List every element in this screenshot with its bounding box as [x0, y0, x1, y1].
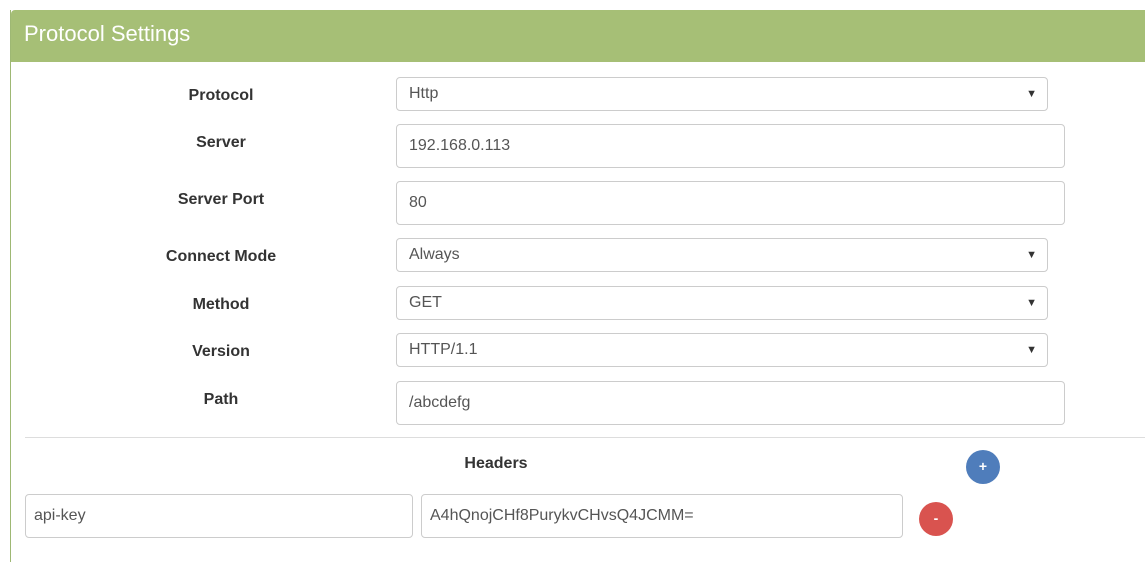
protocol-select-value: Http [409, 85, 439, 102]
panel-title: Protocol Settings [24, 21, 191, 46]
add-header-button[interactable]: + [966, 450, 1000, 484]
server-port-input[interactable]: 80 [396, 181, 1065, 225]
headers-label: Headers [464, 455, 528, 472]
protocol-select[interactable]: Http ▼ [396, 77, 1048, 111]
method-select[interactable]: GET ▼ [396, 286, 1048, 320]
connect-mode-label: Connect Mode [165, 248, 277, 265]
header-value-input[interactable]: A4hQnojCHf8PurykvCHvsQ4JCMM= [421, 494, 903, 538]
server-input-value: 192.168.0.113 [409, 137, 511, 154]
protocol-settings-panel: Protocol Settings Protocol Http ▼ Server… [10, 10, 1145, 562]
section-divider [25, 437, 1145, 438]
version-select-value: HTTP/1.1 [409, 341, 478, 358]
server-input[interactable]: 192.168.0.113 [396, 124, 1065, 168]
minus-icon: - [933, 510, 939, 526]
header-key-value: api-key [34, 507, 86, 524]
remove-header-button[interactable]: - [919, 502, 953, 536]
protocol-label: Protocol [188, 87, 254, 104]
server-port-label: Server Port [177, 191, 265, 208]
connect-mode-select-value: Always [409, 246, 460, 263]
path-input-value: /abcdefg [409, 394, 471, 411]
connect-mode-select[interactable]: Always ▼ [396, 238, 1048, 272]
server-port-input-value: 80 [409, 194, 427, 211]
caret-down-icon: ▼ [1026, 344, 1037, 356]
path-input[interactable]: /abcdefg [396, 381, 1065, 425]
method-label: Method [192, 296, 250, 313]
plus-icon: + [978, 458, 988, 474]
panel-header: Protocol Settings [11, 10, 1145, 62]
header-key-input[interactable]: api-key [25, 494, 413, 538]
server-label: Server [196, 134, 246, 151]
path-label: Path [203, 391, 239, 408]
method-select-value: GET [409, 294, 442, 311]
caret-down-icon: ▼ [1026, 88, 1037, 100]
caret-down-icon: ▼ [1026, 249, 1037, 261]
version-select[interactable]: HTTP/1.1 ▼ [396, 333, 1048, 367]
version-label: Version [192, 343, 250, 360]
caret-down-icon: ▼ [1026, 297, 1037, 309]
header-value-value: A4hQnojCHf8PurykvCHvsQ4JCMM= [430, 507, 694, 524]
